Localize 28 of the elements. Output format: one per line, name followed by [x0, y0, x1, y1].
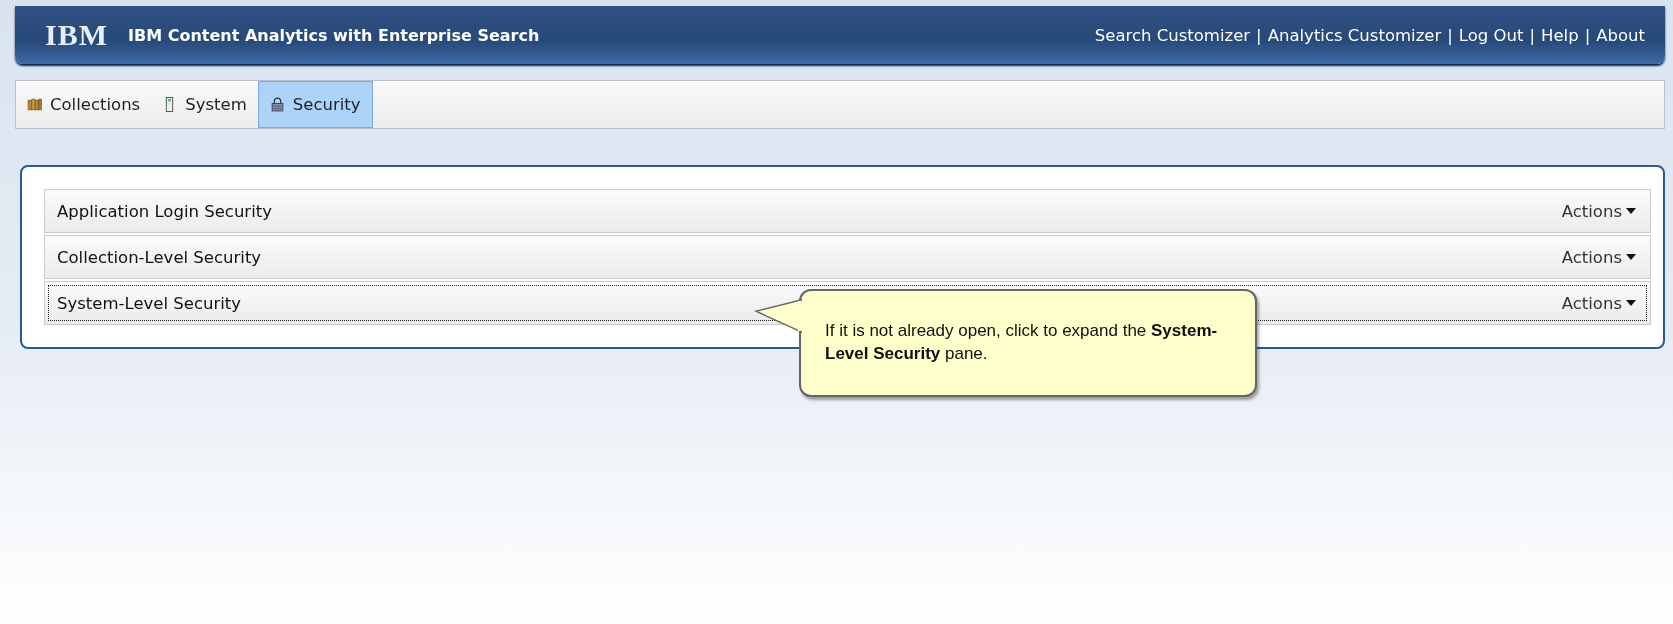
- header-link[interactable]: Analytics Customizer: [1267, 25, 1442, 45]
- link-separator: |: [1584, 25, 1591, 45]
- actions-menu[interactable]: Actions: [1561, 201, 1636, 221]
- ibm-logo: IBM: [45, 18, 108, 52]
- caret-icon: [1626, 254, 1636, 260]
- pane-header[interactable]: Collection-Level Security Actions: [44, 235, 1651, 279]
- caret-icon: [1626, 300, 1636, 306]
- callout-text: If it is not already open, click to expand the System-Level Security pane.: [825, 320, 1219, 365]
- link-separator: |: [1256, 25, 1262, 45]
- tab[interactable]: Security: [257, 81, 373, 128]
- actions-menu[interactable]: Actions: [1561, 293, 1636, 313]
- lock-icon: [269, 97, 285, 112]
- caret-icon: [1626, 208, 1636, 214]
- actions-menu[interactable]: Actions: [1561, 247, 1636, 267]
- link-separator: |: [1447, 25, 1453, 45]
- tab[interactable]: System: [151, 81, 258, 128]
- pane-title: Application Login Security: [57, 201, 272, 221]
- tab[interactable]: Collections: [16, 81, 152, 128]
- app-title: IBM Content Analytics with Enterprise Search: [128, 25, 540, 45]
- books-icon: [27, 97, 42, 112]
- pane-header[interactable]: Application Login Security Actions: [44, 189, 1651, 233]
- pane-title: Collection-Level Security: [57, 247, 262, 267]
- link-separator: |: [1529, 25, 1535, 45]
- header-link[interactable]: About: [1596, 25, 1645, 45]
- header-link[interactable]: Search Customizer: [1094, 25, 1251, 45]
- header-link[interactable]: Help: [1541, 25, 1579, 45]
- pane-title: System-Level Security: [57, 293, 242, 313]
- header-link[interactable]: Log Out: [1458, 25, 1524, 45]
